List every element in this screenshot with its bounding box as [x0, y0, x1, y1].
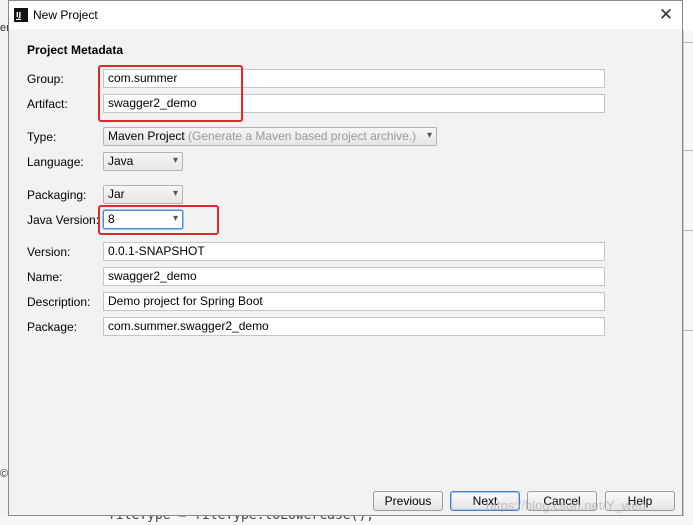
language-label: Language: — [27, 155, 84, 169]
dialog-title: New Project — [33, 8, 98, 22]
name-label: Name: — [27, 270, 63, 284]
highlight-box-java-version — [98, 205, 219, 235]
description-field[interactable]: Demo project for Spring Boot — [103, 292, 605, 311]
language-value: Java — [108, 154, 134, 168]
type-value: Maven Project — [108, 129, 185, 143]
title-bar[interactable]: IJ New Project ✕ — [9, 1, 682, 29]
group-label: Group: — [27, 72, 64, 86]
highlight-box-group-artifact — [98, 65, 243, 122]
name-field[interactable]: swagger2_demo — [103, 267, 605, 286]
chevron-down-icon: ▾ — [426, 130, 432, 141]
previous-button[interactable]: Previous — [373, 491, 443, 511]
divider — [684, 330, 693, 331]
package-field[interactable]: com.summer.swagger2_demo — [103, 317, 605, 336]
version-field[interactable]: 0.0.1-SNAPSHOT — [103, 242, 605, 261]
chevron-down-icon: ▾ — [172, 155, 178, 166]
packaging-label: Packaging: — [27, 188, 87, 202]
divider — [684, 230, 693, 231]
background-text: © — [0, 468, 9, 480]
artifact-label: Artifact: — [27, 97, 68, 111]
chevron-down-icon: ▾ — [172, 188, 178, 199]
java-version-label: Java Version: — [27, 213, 100, 227]
section-title: Project Metadata — [27, 43, 124, 57]
type-label: Type: — [27, 130, 57, 144]
package-label: Package: — [27, 320, 78, 334]
type-select[interactable]: Maven Project (Generate a Maven based pr… — [103, 127, 437, 146]
watermark: https://blog.csdn.net/Y_wen — [486, 498, 646, 513]
close-icon: ✕ — [658, 5, 674, 24]
type-hint: (Generate a Maven based project archive.… — [188, 129, 417, 143]
divider — [684, 42, 693, 43]
description-label: Description: — [27, 295, 91, 309]
version-label: Version: — [27, 245, 71, 259]
language-select[interactable]: Java ▾ — [103, 152, 183, 171]
packaging-value: Jar — [108, 187, 125, 201]
packaging-select[interactable]: Jar ▾ — [103, 185, 183, 204]
intellij-icon: IJ — [14, 8, 28, 22]
new-project-dialog: IJ New Project ✕ Project Metadata Group:… — [8, 0, 683, 516]
close-button[interactable]: ✕ — [654, 4, 678, 26]
background-editor-right — [683, 30, 693, 525]
divider — [684, 150, 693, 151]
